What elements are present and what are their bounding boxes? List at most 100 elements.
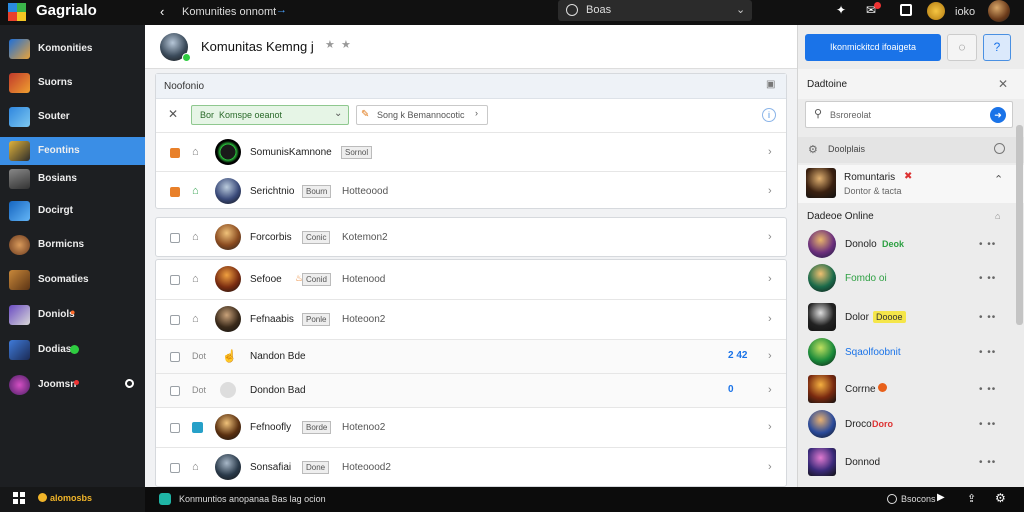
filter-dropdown-1[interactable]: Bor Komspe oeanot ⌄: [191, 105, 349, 125]
star-icon[interactable]: ★: [341, 38, 351, 51]
sidebar-footer-label[interactable]: alomosbs: [50, 493, 92, 503]
close-icon[interactable]: ✕: [998, 77, 1008, 91]
chevron-right-icon[interactable]: ›: [768, 384, 772, 396]
member-item[interactable]: Donnod • ••: [798, 447, 1024, 479]
sidebar-item-bormicns[interactable]: Bormicns: [0, 231, 145, 259]
scrollbar[interactable]: [1016, 125, 1023, 325]
breadcrumb[interactable]: Komunities onnomt: [182, 6, 276, 18]
sidebar-item-bosians[interactable]: Bosians: [0, 165, 145, 193]
list-row[interactable]: ⌂ Sefooe ♨ Conid Hotenood ›: [156, 260, 786, 300]
more-options-icon[interactable]: • ••: [979, 312, 996, 323]
more-options-icon[interactable]: • ••: [979, 419, 996, 430]
sidebar-item-suorns[interactable]: Suorns: [0, 69, 145, 97]
pin-icon[interactable]: ✦: [836, 3, 846, 17]
row-checkbox[interactable]: [170, 352, 180, 362]
more-options-icon[interactable]: • ••: [979, 384, 996, 395]
share-icon[interactable]: ⇪: [967, 492, 976, 505]
search-box[interactable]: Boas ⌄: [558, 0, 752, 21]
chevron-up-icon[interactable]: ⌃: [994, 173, 1003, 186]
list-row[interactable]: Dot ☝ Nandon Bde 2 42 ›: [156, 340, 786, 374]
star-icon[interactable]: ★: [325, 38, 335, 51]
more-options-icon[interactable]: • ••: [979, 239, 996, 250]
row-checkbox[interactable]: [170, 233, 180, 243]
chevron-right-icon[interactable]: ›: [768, 461, 772, 473]
window-icon[interactable]: [900, 4, 912, 16]
row-checkbox[interactable]: [170, 275, 180, 285]
chevron-right-icon[interactable]: ›: [768, 146, 772, 158]
chevron-right-icon[interactable]: ›: [768, 350, 772, 362]
chevron-right-icon[interactable]: ›: [768, 273, 772, 285]
sidebar-item-docirgt[interactable]: Docirgt: [0, 197, 145, 225]
more-options-icon[interactable]: • ••: [979, 347, 996, 358]
sidebar-item-joomsn[interactable]: Joomsn: [0, 371, 145, 399]
search-submit-icon[interactable]: ➜: [990, 107, 1006, 123]
member-item[interactable]: Corrne • ••: [798, 374, 1024, 406]
section-row[interactable]: ⚙ Doolplais: [798, 137, 1024, 163]
list-row[interactable]: ⌂ Fefnaabis Ponle Hoteoon2 ›: [156, 300, 786, 340]
member-item[interactable]: Droco Doro • ••: [798, 409, 1024, 441]
row-avatar: [215, 139, 241, 165]
row-tag: Bourn: [302, 185, 332, 198]
row-checkbox[interactable]: [170, 423, 180, 433]
member-search-input[interactable]: ⚲ Bsroreolat ➜: [805, 101, 1013, 128]
list-row[interactable]: Dot Dondon Bad 0 ›: [156, 374, 786, 408]
filter-dropdown-2[interactable]: ✎ Song k Bemannocotic ›: [356, 105, 488, 125]
row-checkbox[interactable]: [170, 187, 180, 197]
sidebar-item-feontins[interactable]: Feontins: [0, 137, 145, 165]
chevron-right-icon[interactable]: ›: [768, 313, 772, 325]
member-badge: Doro: [872, 419, 893, 429]
member-item[interactable]: Fomdo oi • ••: [798, 263, 1024, 295]
member-item[interactable]: Sqaolfoobnit • ••: [798, 337, 1024, 369]
primary-action-button[interactable]: Ikonmickitcd ifoaigeta: [805, 34, 941, 61]
sidebar-item-doniols[interactable]: Doniols ●: [0, 301, 145, 329]
desert-icon: [9, 270, 30, 290]
settings-icon[interactable]: ⚙: [995, 491, 1006, 505]
sidebar-item-soomaties[interactable]: Soomaties: [0, 266, 145, 294]
row-name: Sonsafiai: [250, 462, 292, 473]
more-options-icon[interactable]: • ••: [979, 457, 996, 468]
member-item[interactable]: Donolo Deok • ••: [798, 229, 1024, 261]
forward-icon[interactable]: ▶: [937, 492, 945, 503]
close-icon[interactable]: ✖: [904, 171, 912, 182]
help-button[interactable]: ?: [983, 34, 1011, 61]
list-row[interactable]: ⌂ Sonsafiai Done Hoteoood2 ›: [156, 448, 786, 488]
chevron-right-icon[interactable]: ›: [768, 231, 772, 243]
row-tag: Done: [302, 461, 330, 474]
sidebar-item-souter[interactable]: Souter: [0, 103, 145, 131]
chevron-right-icon[interactable]: ›: [768, 185, 772, 197]
status-text[interactable]: Konmuntios anopanaa Bas lag ocion: [179, 494, 326, 504]
list-row[interactable]: ⌂ Forcorbis Conic Kotemon2 ›: [156, 218, 786, 258]
more-options-icon[interactable]: • ••: [979, 273, 996, 284]
chat-button[interactable]: ◌: [947, 34, 977, 61]
forward-arrow-icon[interactable]: →: [276, 4, 287, 16]
clock-icon[interactable]: [994, 143, 1005, 154]
sidebar-item-komonities[interactable]: Komonities: [0, 35, 145, 63]
section-title: Noofonio: [164, 81, 205, 92]
windows-icon[interactable]: [13, 492, 25, 504]
back-arrow-icon[interactable]: ‹: [160, 4, 164, 19]
collapse-icon[interactable]: ▣: [766, 79, 775, 90]
home-icon: ⌂: [192, 231, 199, 243]
row-checkbox[interactable]: [170, 463, 180, 473]
status-right-label[interactable]: Bsocons: [901, 494, 936, 504]
featured-member[interactable]: Romuntaris ✖ Dontor & tacta ⌃: [798, 165, 1024, 203]
sidebar-item-dodias[interactable]: Dodias: [0, 336, 145, 364]
row-checkbox[interactable]: [170, 315, 180, 325]
chevron-right-icon[interactable]: ›: [768, 421, 772, 433]
home-icon: ⌂: [192, 146, 199, 158]
home-icon: ⌂: [192, 185, 199, 197]
member-item[interactable]: Dolor Doooe • ••: [798, 302, 1024, 334]
row-checkbox[interactable]: [170, 386, 180, 396]
community-icon: [9, 39, 30, 59]
row-avatar: [215, 454, 241, 480]
list-row[interactable]: ⌂ SomunisKamnone Sornol ›: [156, 132, 786, 172]
row-checkbox[interactable]: [170, 148, 180, 158]
list-row[interactable]: Fefnoofly Borde Hotenoo2 ›: [156, 408, 786, 448]
profile-avatar[interactable]: [988, 0, 1010, 22]
user-avatar-small[interactable]: [927, 2, 945, 20]
close-filter-icon[interactable]: ✕: [168, 107, 178, 121]
info-icon[interactable]: i: [762, 108, 776, 122]
user-label[interactable]: ioko: [955, 6, 975, 18]
chevron-down-icon[interactable]: ⌄: [736, 3, 745, 16]
list-row[interactable]: ⌂ Serichtnio Bourn Hotteoood ›: [156, 172, 786, 212]
